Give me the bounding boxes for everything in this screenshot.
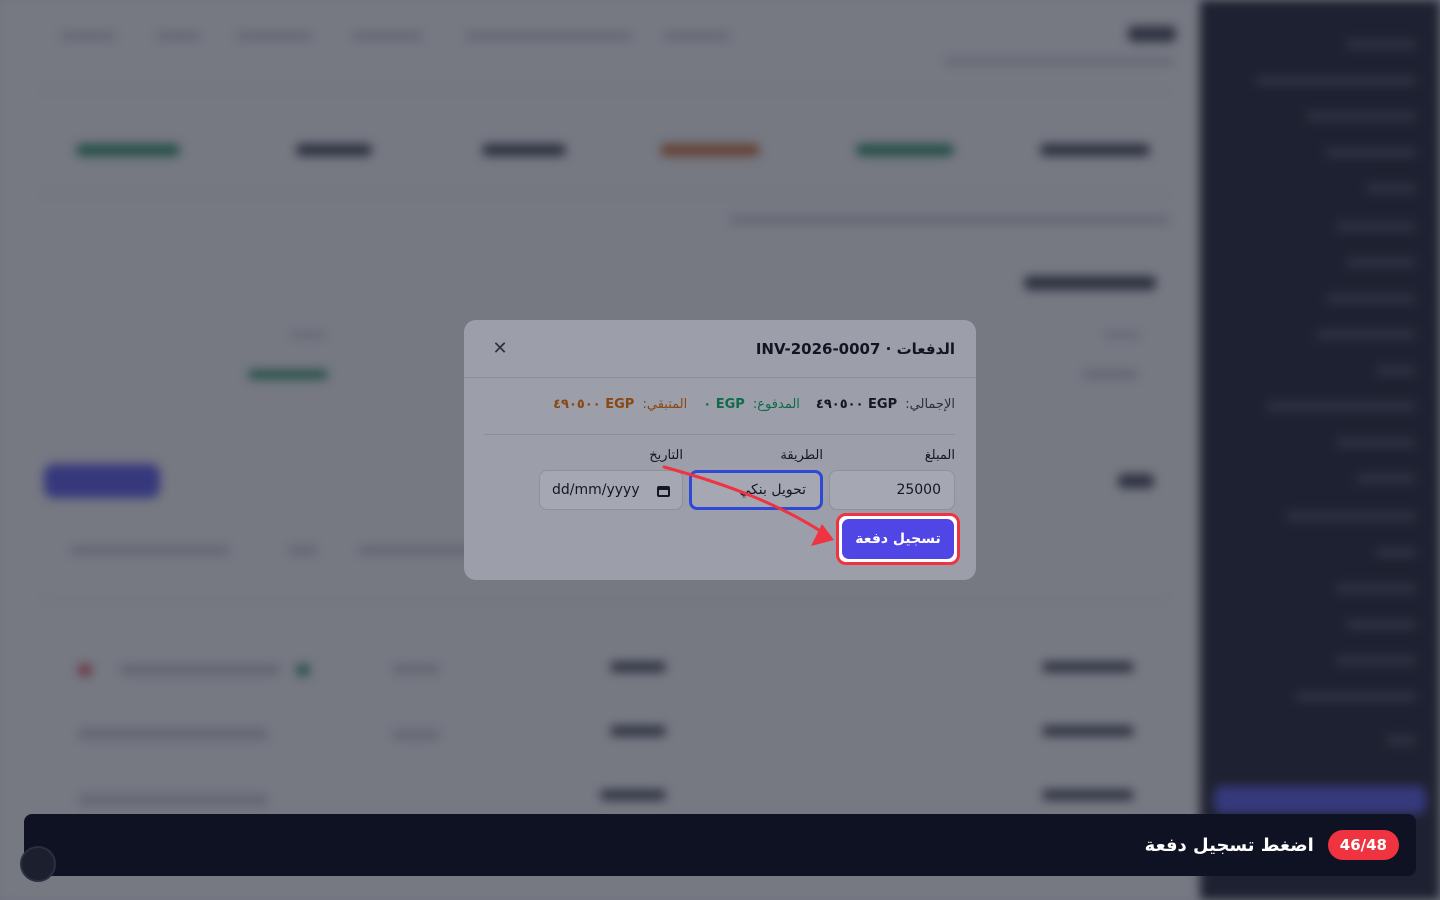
method-label: الطريقة (780, 448, 823, 463)
amount-label: المبلغ (924, 448, 955, 463)
close-icon[interactable]: ✕ (488, 337, 512, 361)
payment-totals: الإجمالي: EGP ٤٩٠٥٠٠ المدفوع: EGP ٠ المت… (484, 378, 955, 435)
submit-highlight: تسجيل دفعة (836, 513, 960, 565)
method-select[interactable]: تحويل بنكي (689, 470, 823, 510)
date-input[interactable]: dd/mm/yyyy (539, 470, 683, 510)
total-amount: الإجمالي: EGP ٤٩٠٥٠٠ (815, 397, 955, 412)
tutorial-bar: 46/48 اضغط تسجيل دفعة (24, 814, 1416, 876)
modal-header: الدفعات · INV-2026-0007 ✕ (464, 320, 976, 378)
step-counter-badge: 46/48 (1327, 830, 1399, 860)
modal-title: الدفعات · INV-2026-0007 (755, 339, 955, 358)
date-label: التاريخ (649, 448, 683, 463)
help-icon[interactable] (20, 846, 56, 882)
payment-form: المبلغ 25000 الطريقة تحويل بنكي التاريخ … (539, 448, 955, 510)
amount-field: المبلغ 25000 (829, 448, 955, 510)
method-field: الطريقة تحويل بنكي (689, 448, 823, 510)
paid-amount: المدفوع: EGP ٠ (703, 397, 800, 412)
date-placeholder: dd/mm/yyyy (552, 482, 640, 498)
remaining-amount: المتبقي: EGP ٤٩٠٥٠٠ (553, 397, 688, 412)
calendar-icon[interactable] (657, 484, 670, 497)
record-payment-button[interactable]: تسجيل دفعة (842, 519, 954, 559)
date-field: التاريخ dd/mm/yyyy (539, 448, 683, 510)
amount-input[interactable]: 25000 (829, 470, 955, 510)
tutorial-instruction: اضغط تسجيل دفعة (1144, 834, 1314, 856)
